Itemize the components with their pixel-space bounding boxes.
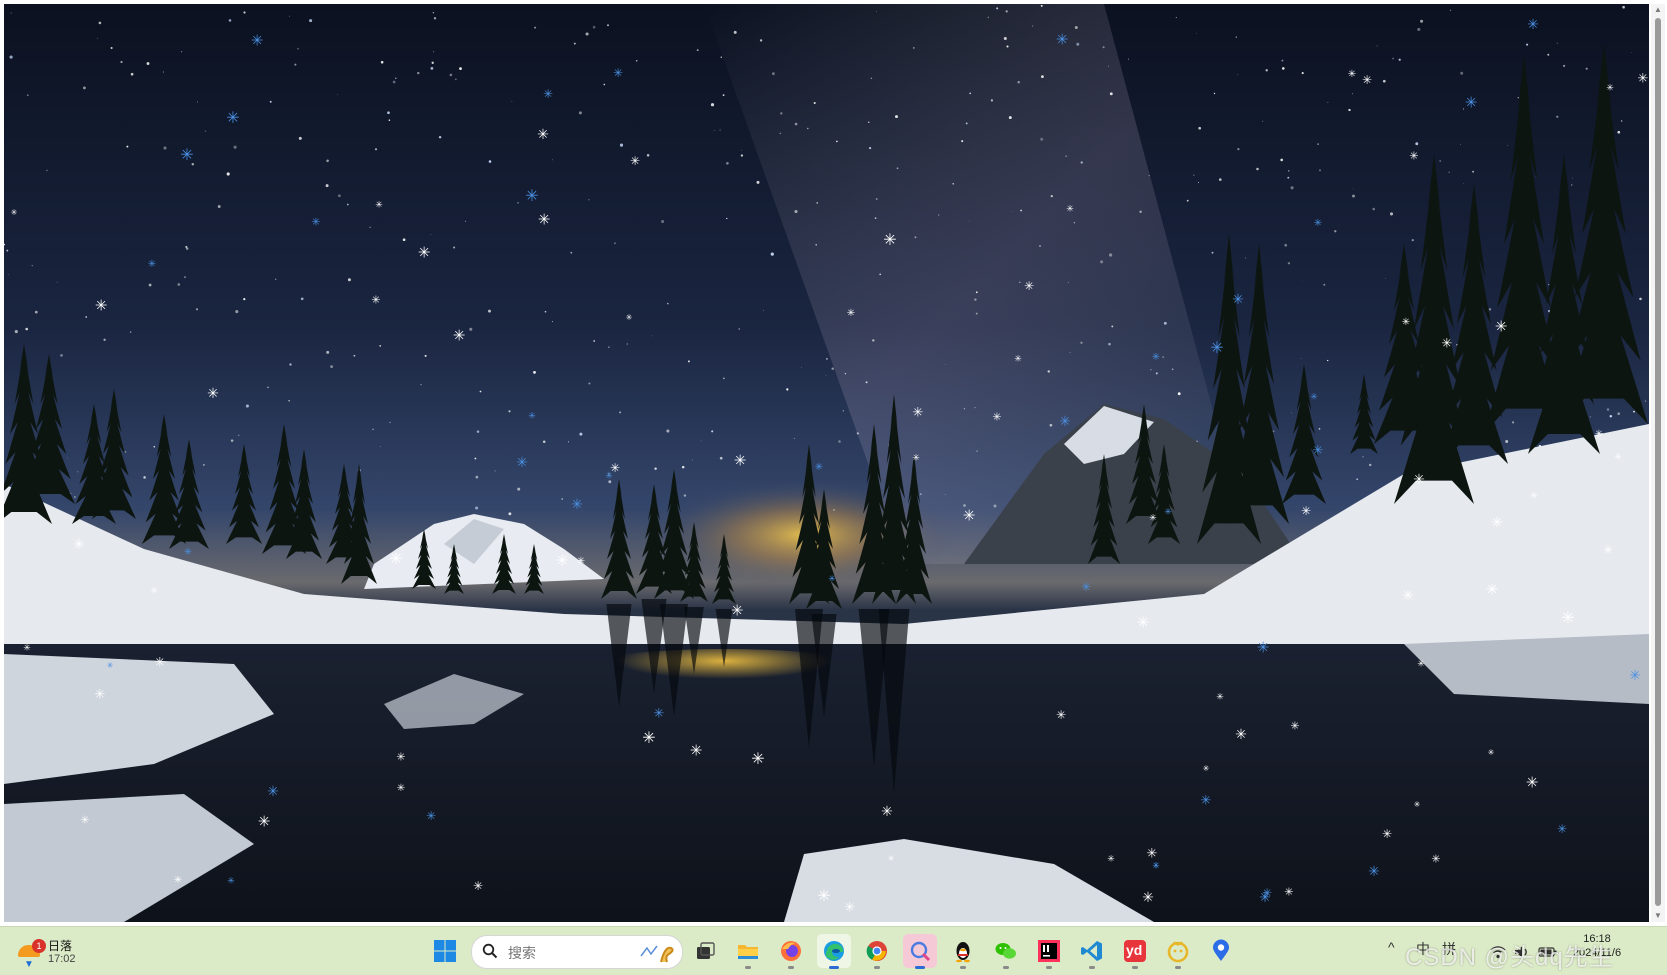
wechat-icon [995, 943, 1016, 959]
down-arrow-icon: ▼ [24, 959, 34, 970]
edge-icon [824, 941, 844, 961]
qq-button[interactable] [946, 934, 980, 969]
intellij-button[interactable] [1032, 934, 1066, 969]
edge-button[interactable] [817, 934, 851, 969]
show-hidden-icons-chevron[interactable]: ^ [1388, 939, 1395, 959]
scrollbar-thumb[interactable] [1655, 18, 1661, 906]
search-input[interactable] [506, 942, 630, 964]
map-pin-icon [1213, 939, 1229, 961]
youdao-label: yd [1126, 942, 1143, 958]
search-icon [482, 943, 498, 959]
folder-icon [738, 945, 758, 959]
wechat-button[interactable] [989, 934, 1023, 969]
duck-icon [1167, 941, 1189, 963]
csdn-watermark: CSDN @头dq先生 [1405, 944, 1614, 971]
taskbar-search-box[interactable] [471, 935, 683, 969]
weather-time: 17:02 [48, 953, 76, 965]
qq-penguin-icon [956, 942, 970, 963]
file-explorer-button[interactable] [731, 934, 765, 969]
scroll-down-arrow-icon[interactable]: ▼ [1651, 910, 1665, 922]
chrome-button[interactable] [860, 934, 894, 969]
screen-capture-button[interactable] [903, 934, 937, 969]
duck-app-button[interactable] [1161, 934, 1195, 969]
firefox-button[interactable] [774, 934, 808, 969]
firefox-icon [781, 941, 801, 961]
vertical-scrollbar[interactable]: ▲ ▼ [1651, 4, 1665, 922]
windows-logo-icon [434, 940, 456, 962]
intellij-icon [1038, 940, 1060, 962]
vscode-button[interactable] [1075, 934, 1109, 969]
weather-widget[interactable]: 1 ▼ 日落 17:02 [16, 933, 106, 970]
task-view-button[interactable] [688, 934, 722, 968]
capture-icon [910, 941, 931, 962]
start-button[interactable] [428, 934, 462, 968]
search-highlight-icon [640, 945, 674, 963]
maps-button[interactable] [1204, 934, 1238, 968]
weather-label: 日落 [48, 939, 73, 953]
task-view-icon [697, 942, 715, 959]
landscape-night-image [4, 4, 1649, 922]
youdao-button[interactable]: yd [1118, 934, 1152, 969]
vscode-icon [1081, 941, 1102, 961]
scroll-up-arrow-icon[interactable]: ▲ [1651, 4, 1665, 16]
chrome-icon [866, 941, 887, 961]
notification-badge: 1 [32, 939, 46, 953]
taskbar: 1 ▼ 日落 17:02 搜索 yd ^ 中 拼 16:18 2024/11/6… [0, 926, 1667, 975]
desktop-wallpaper: ✳ ✳ ✳ ✳ ✳ ✳ ✳ ✳ ✳ ✳ ✳ ✳ ✳ ✳ ✳ ✳ ✳ ✳ ✳ ✳ ✳ ✳ ✳ ✳ ✳ ✳ ✳ ✳ ✳ ✳ ✳ ✳ ✳ ✳ ✳ ✳ ✳ ✳ ✳ ✳… [4, 4, 1649, 922]
